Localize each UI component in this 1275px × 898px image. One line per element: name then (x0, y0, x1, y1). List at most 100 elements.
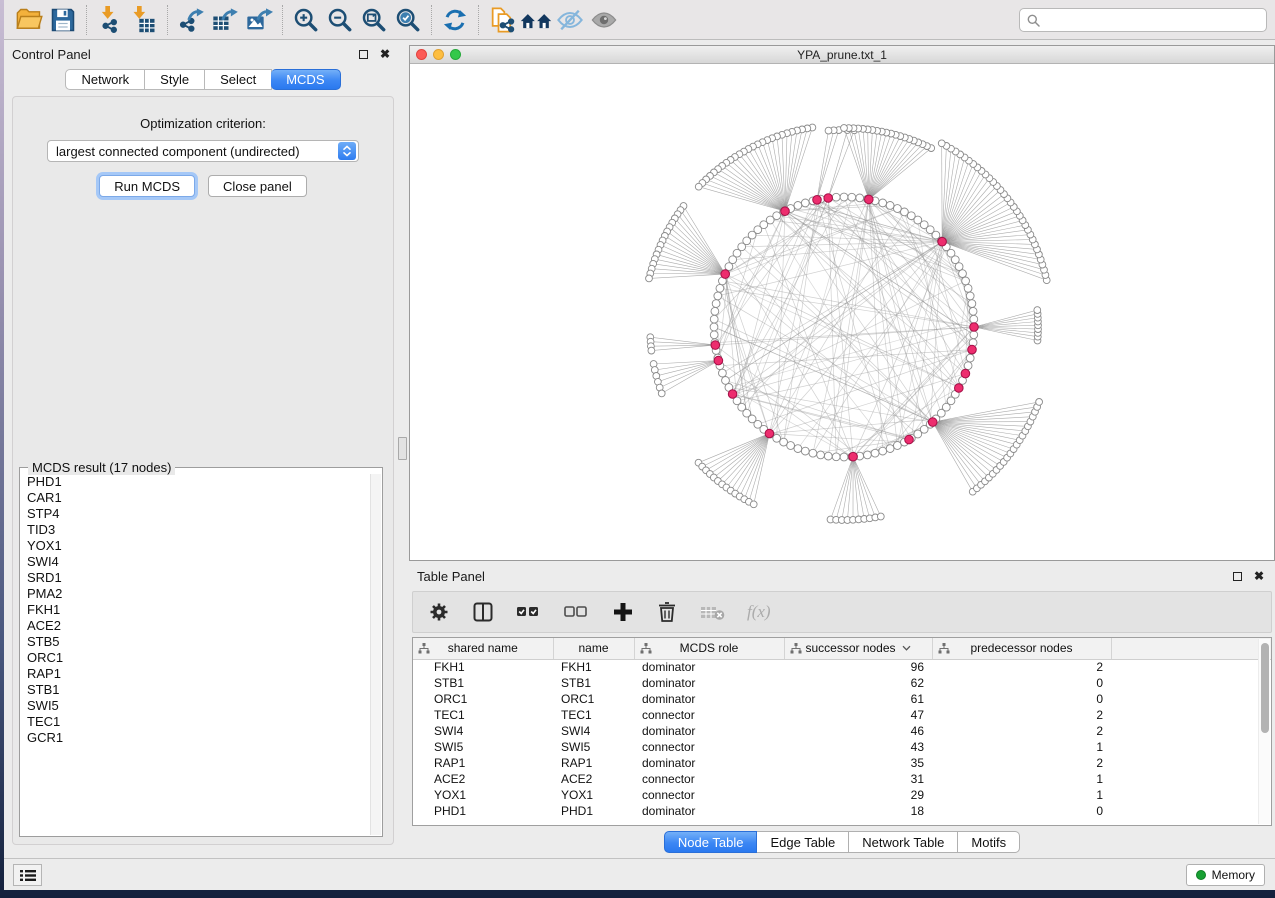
column-header-shared-name[interactable]: shared name (413, 638, 553, 659)
mcds-result-item[interactable]: ORC1 (27, 650, 370, 666)
save-icon[interactable] (46, 4, 80, 36)
column-header-name[interactable]: name (553, 638, 634, 659)
zoom-selected-icon[interactable] (391, 4, 425, 36)
control-panel: Control Panel ✖ NetworkStyleSelectMCDS O… (4, 41, 401, 858)
mcds-result-item[interactable]: STB1 (27, 682, 370, 698)
mcds-result-item[interactable]: SWI5 (27, 698, 370, 714)
table-row[interactable]: TEC1TEC1connector472 (413, 707, 1271, 723)
tab-motifs[interactable]: Motifs (958, 831, 1020, 853)
zoom-fit-icon[interactable] (357, 4, 391, 36)
column-header-successor-nodes[interactable]: successor nodes (784, 638, 932, 659)
import-table-icon[interactable] (127, 4, 161, 36)
task-history-button[interactable] (13, 864, 42, 886)
table-row[interactable]: YOX1YOX1connector291 (413, 787, 1271, 803)
table-row[interactable]: ORC1ORC1dominator610 (413, 691, 1271, 707)
table-cell: PHD1 (413, 803, 553, 819)
network-window-titlebar[interactable]: YPA_prune.txt_1 (410, 46, 1274, 64)
column-header-MCDS-role[interactable]: MCDS role (634, 638, 784, 659)
tab-network[interactable]: Network (65, 69, 145, 90)
tab-edge-table[interactable]: Edge Table (757, 831, 849, 853)
tab-node-table[interactable]: Node Table (664, 831, 758, 853)
network-graph[interactable] (410, 65, 1274, 560)
mcds-result-item[interactable]: PHD1 (27, 474, 370, 490)
close-table-panel-icon[interactable]: ✖ (1251, 568, 1267, 584)
table-cell: 1 (932, 771, 1111, 787)
table-row[interactable]: RAP1RAP1dominator352 (413, 755, 1271, 771)
table-row[interactable]: PHD1PHD1dominator180 (413, 803, 1271, 819)
table-row[interactable]: STB1STB1dominator620 (413, 675, 1271, 691)
mcds-result-item[interactable]: SWI4 (27, 554, 370, 570)
hide-selected-icon[interactable] (553, 4, 587, 36)
zoom-in-icon[interactable] (289, 4, 323, 36)
mcds-result-item[interactable]: PMA2 (27, 586, 370, 602)
search-icon (1027, 14, 1040, 27)
toolbar-separator (478, 5, 479, 35)
refresh-icon[interactable] (438, 4, 472, 36)
add-column-icon[interactable] (611, 600, 635, 624)
table-scrollbar[interactable] (1258, 639, 1270, 824)
column-type-icon (938, 643, 950, 654)
node-table: shared namenameMCDS rolesuccessor nodesp… (412, 637, 1272, 826)
search-input[interactable] (1045, 13, 1259, 27)
table-row[interactable]: SWI4SWI4dominator462 (413, 723, 1271, 739)
split-view-icon[interactable] (471, 600, 495, 624)
table-row[interactable]: SWI5SWI5connector431 (413, 739, 1271, 755)
mcds-result-item[interactable]: SRD1 (27, 570, 370, 586)
close-panel-icon[interactable]: ✖ (377, 46, 393, 62)
mcds-list-scrollbar[interactable] (370, 474, 381, 835)
export-network-icon[interactable] (174, 4, 208, 36)
delete-column-icon[interactable] (655, 600, 679, 624)
deselect-all-icon[interactable] (563, 600, 591, 624)
close-panel-button[interactable]: Close panel (208, 175, 307, 197)
column-header-predecessor-nodes[interactable]: predecessor nodes (932, 638, 1111, 659)
table-cell: PHD1 (553, 803, 634, 819)
import-network-icon[interactable] (93, 4, 127, 36)
table-cell: 0 (932, 803, 1111, 819)
table-scrollbar-thumb[interactable] (1261, 643, 1269, 733)
control-panel-title: Control Panel (12, 47, 349, 62)
mcds-result-item[interactable]: ACE2 (27, 618, 370, 634)
tab-mcds[interactable]: MCDS (271, 69, 340, 90)
copy-style-icon[interactable] (485, 4, 519, 36)
tab-style[interactable]: Style (145, 69, 205, 90)
open-file-icon[interactable] (12, 4, 46, 36)
mcds-result-item[interactable]: TID3 (27, 522, 370, 538)
mcds-result-item[interactable]: FKH1 (27, 602, 370, 618)
table-panel: Table Panel ✖ f(x) shared namenameMCDS r… (409, 563, 1275, 858)
export-table-icon[interactable] (208, 4, 242, 36)
mcds-result-item[interactable]: YOX1 (27, 538, 370, 554)
toolbar-separator (167, 5, 168, 35)
criterion-select[interactable]: largest connected component (undirected) (47, 140, 359, 162)
memory-status-icon (1196, 870, 1206, 880)
mcds-result-item[interactable]: RAP1 (27, 666, 370, 682)
table-cell: 0 (932, 691, 1111, 707)
run-mcds-button[interactable]: Run MCDS (99, 175, 195, 197)
show-all-icon[interactable] (587, 4, 621, 36)
table-row[interactable]: ACE2ACE2connector311 (413, 771, 1271, 787)
zoom-out-icon[interactable] (323, 4, 357, 36)
table-cell: 1 (932, 787, 1111, 803)
table-cell: ORC1 (553, 691, 634, 707)
control-panel-tabs: NetworkStyleSelectMCDS (65, 69, 339, 90)
float-panel-icon[interactable] (355, 46, 371, 62)
mcds-result-item[interactable]: STP4 (27, 506, 370, 522)
select-all-icon[interactable] (515, 600, 543, 624)
search-box[interactable] (1019, 8, 1267, 32)
table-cell: TEC1 (553, 707, 634, 723)
settings-icon[interactable] (427, 600, 451, 624)
export-image-icon[interactable] (242, 4, 276, 36)
mcds-result-item[interactable]: TEC1 (27, 714, 370, 730)
mcds-result-item[interactable]: GCR1 (27, 730, 370, 746)
mcds-result-list[interactable]: PHD1CAR1STP4TID3YOX1SWI4SRD1PMA2FKH1ACE2… (21, 474, 370, 835)
memory-button[interactable]: Memory (1186, 864, 1265, 886)
mcds-result-item[interactable]: CAR1 (27, 490, 370, 506)
network-canvas[interactable] (410, 65, 1274, 560)
network-window-title: YPA_prune.txt_1 (410, 48, 1274, 62)
float-table-panel-icon[interactable] (1229, 568, 1245, 584)
first-neighbors-icon[interactable] (519, 4, 553, 36)
panel-splitter-handle[interactable] (398, 437, 407, 460)
mcds-result-item[interactable]: STB5 (27, 634, 370, 650)
table-row[interactable]: FKH1FKH1dominator962 (413, 659, 1271, 675)
tab-select[interactable]: Select (205, 69, 272, 90)
tab-network-table[interactable]: Network Table (849, 831, 958, 853)
